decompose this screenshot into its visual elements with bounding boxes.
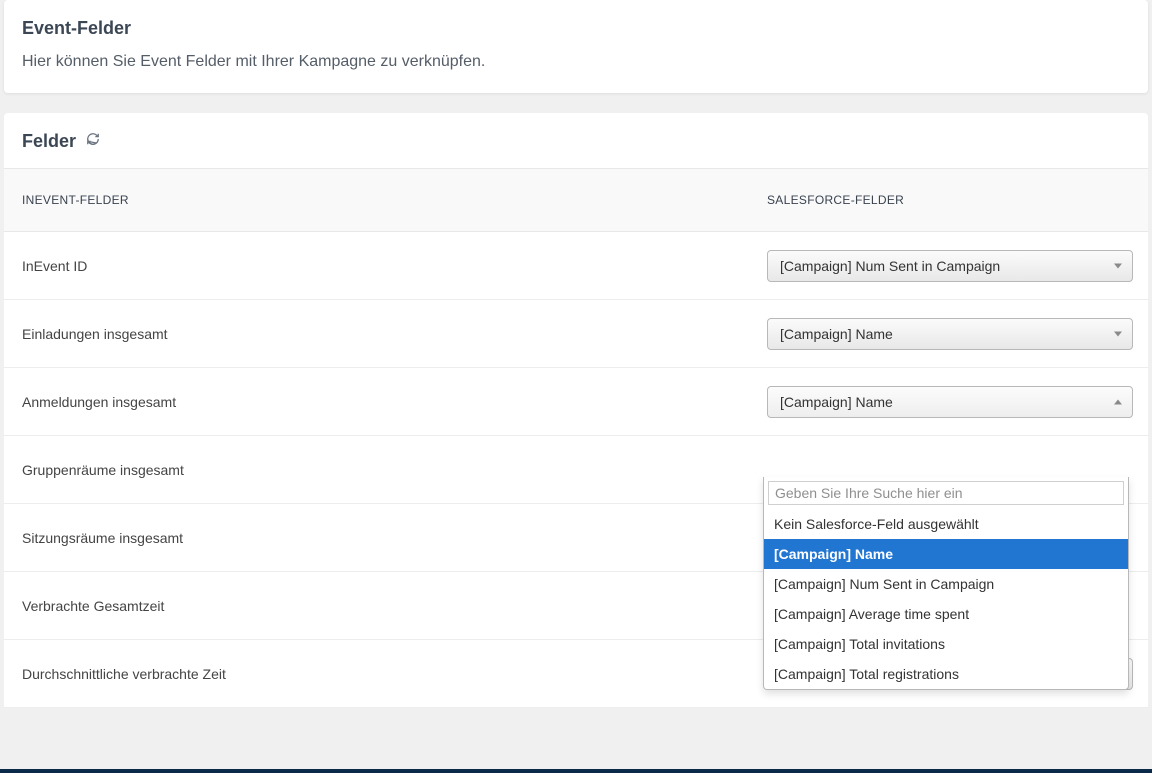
field-label: Sitzungsräume insgesamt: [22, 530, 767, 546]
column-header-salesforce: SALESFORCE-FELDER: [767, 193, 1130, 207]
chevron-down-icon: [1114, 263, 1122, 268]
table-row: Einladungen insgesamt [Campaign] Name: [4, 300, 1148, 368]
field-label: InEvent ID: [22, 258, 767, 274]
table-row: InEvent ID [Campaign] Num Sent in Campai…: [4, 232, 1148, 300]
dropdown-search-input[interactable]: [768, 481, 1124, 505]
field-label: Gruppenräume insgesamt: [22, 462, 767, 478]
field-label: Durchschnittliche verbrachte Zeit: [22, 666, 767, 682]
event-fields-header-card: Event-Felder Hier können Sie Event Felde…: [4, 0, 1148, 93]
fields-title: Felder: [22, 131, 76, 152]
field-label: Anmeldungen insgesamt: [22, 394, 767, 410]
bottom-accent-bar: [0, 769, 1152, 773]
refresh-icon[interactable]: [86, 132, 100, 151]
page-title: Event-Felder: [22, 18, 1130, 39]
chevron-up-icon: [1114, 399, 1122, 404]
table-header: INEVENT-FELDER SALESFORCE-FELDER: [4, 168, 1148, 232]
salesforce-field-dropdown: Kein Salesforce-Feld ausgewählt [Campaig…: [763, 477, 1129, 690]
salesforce-field-select[interactable]: [Campaign] Num Sent in Campaign: [767, 250, 1133, 282]
field-label: Verbrachte Gesamtzeit: [22, 598, 767, 614]
salesforce-field-select[interactable]: [Campaign] Name: [767, 386, 1133, 418]
page-subtitle: Hier können Sie Event Felder mit Ihrer K…: [22, 53, 1130, 71]
column-header-inevent: INEVENT-FELDER: [22, 193, 767, 207]
select-value: [Campaign] Name: [780, 394, 893, 410]
dropdown-option[interactable]: [Campaign] Average time spent: [764, 599, 1128, 629]
dropdown-option[interactable]: [Campaign] Num Sent in Campaign: [764, 569, 1128, 599]
salesforce-field-select[interactable]: [Campaign] Name: [767, 318, 1133, 350]
dropdown-option[interactable]: [Campaign] Total registrations: [764, 659, 1128, 689]
dropdown-option[interactable]: [Campaign] Total invitations: [764, 629, 1128, 659]
field-label: Einladungen insgesamt: [22, 326, 767, 342]
select-value: [Campaign] Num Sent in Campaign: [780, 258, 1000, 274]
select-value: [Campaign] Name: [780, 326, 893, 342]
table-row: Anmeldungen insgesamt [Campaign] Name: [4, 368, 1148, 436]
dropdown-option[interactable]: Kein Salesforce-Feld ausgewählt: [764, 509, 1128, 539]
dropdown-option[interactable]: [Campaign] Name: [764, 539, 1128, 569]
chevron-down-icon: [1114, 331, 1122, 336]
